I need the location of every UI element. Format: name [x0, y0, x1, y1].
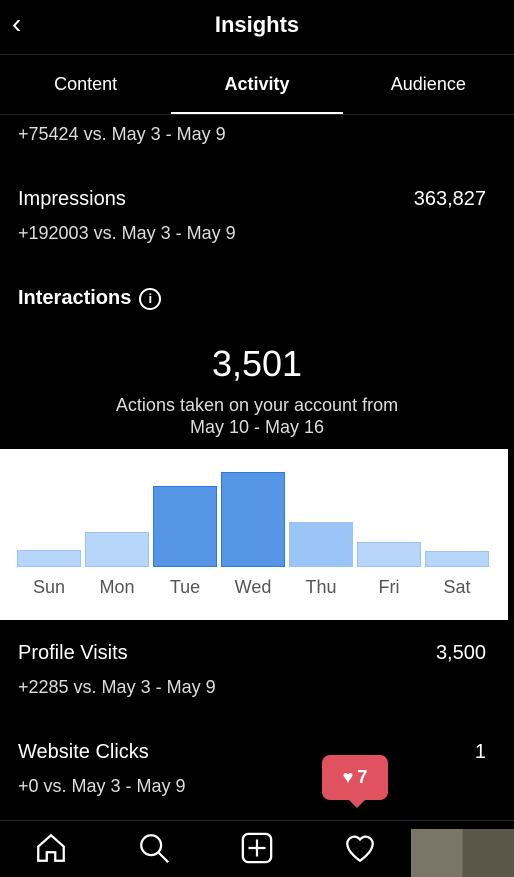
notification-badge[interactable]: ♥ 7 — [322, 755, 388, 808]
bar-wed[interactable] — [221, 472, 285, 567]
interactions-title: Interactions — [18, 287, 132, 309]
heart-icon: ♥ — [342, 767, 354, 787]
website-clicks-comparison: +0 vs. May 3 - May 9 — [18, 776, 186, 796]
impressions-row: Impressions 363,827 +192003 vs. May 3 - … — [18, 188, 486, 244]
profile-visits-row: Profile Visits 3,500 +2285 vs. May 3 - M… — [18, 642, 486, 698]
caption-line-1: Actions taken on your account from — [115, 395, 399, 415]
profile-visits-label: Profile Visits — [18, 642, 128, 664]
nav-home[interactable] — [0, 821, 103, 868]
add-icon — [241, 832, 273, 864]
profile-avatar — [411, 829, 514, 877]
bar-thu[interactable] — [289, 521, 353, 567]
bar-sat[interactable] — [425, 550, 489, 567]
nav-add[interactable] — [206, 821, 309, 868]
x-label-sat: Sat — [443, 577, 471, 597]
nav-search[interactable] — [103, 821, 206, 868]
x-label-tue: Tue — [169, 577, 201, 597]
search-icon — [140, 834, 170, 863]
nav-profile[interactable] — [411, 821, 514, 877]
website-clicks-row: Website Clicks 1 +0 vs. May 3 - May 9 — [18, 741, 486, 797]
x-label-mon: Mon — [99, 577, 135, 597]
profile-visits-comparison: +2285 vs. May 3 - May 9 — [18, 677, 216, 697]
header: ‹ Insights — [0, 0, 514, 55]
interactions-total: 3,501 — [211, 343, 303, 384]
interactions-caption: Actions taken on your account from May 1… — [0, 394, 514, 438]
heart-icon — [345, 835, 374, 863]
interactions-chart: Sun Mon Tue Wed Thu Fri Sat — [0, 449, 508, 620]
tab-activity[interactable]: Activity — [171, 55, 343, 114]
bar-tue[interactable] — [153, 486, 217, 567]
bar-mon[interactable] — [85, 531, 149, 567]
home-icon — [37, 833, 66, 862]
bar-fri[interactable] — [357, 541, 421, 567]
bottom-nav — [0, 820, 514, 877]
website-clicks-value: 1 — [474, 741, 486, 763]
profile-visits-value: 3,500 — [435, 642, 486, 664]
impressions-comparison: +192003 vs. May 3 - May 9 — [18, 223, 236, 243]
tab-content[interactable]: Content — [0, 55, 171, 114]
notification-count: 7 — [357, 767, 368, 787]
x-label-wed: Wed — [234, 577, 272, 597]
x-label-sun: Sun — [32, 577, 66, 597]
x-label-fri: Fri — [378, 577, 400, 597]
x-label-thu: Thu — [305, 577, 337, 597]
reach-comparison: +75424 vs. May 3 - May 9 — [18, 124, 226, 144]
website-clicks-label: Website Clicks — [18, 741, 149, 763]
tabs: Content Activity Audience — [0, 55, 514, 115]
interactions-heading: Interactions i — [18, 287, 162, 310]
nav-activity[interactable] — [308, 821, 411, 868]
info-icon[interactable]: i — [139, 287, 162, 310]
bar-sun[interactable] — [17, 549, 81, 567]
impressions-value: 363,827 — [413, 188, 486, 210]
tab-audience[interactable]: Audience — [343, 55, 514, 114]
caption-line-2: May 10 - May 16 — [189, 417, 325, 437]
page-title: Insights — [214, 12, 300, 37]
